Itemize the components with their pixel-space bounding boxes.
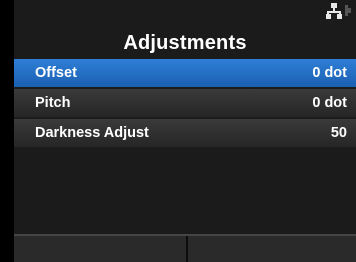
softkey-right[interactable] bbox=[188, 236, 356, 262]
network-icon bbox=[326, 3, 351, 19]
menu-item-value: 0 dot bbox=[312, 95, 347, 111]
page-title: Adjustments bbox=[123, 32, 247, 54]
menu-item-pitch[interactable]: Pitch 0 dot bbox=[14, 89, 356, 117]
menu-item-value: 0 dot bbox=[312, 65, 347, 81]
menu-item-label: Offset bbox=[35, 65, 77, 81]
header: Adjustments bbox=[14, 0, 356, 57]
menu-item-value: 50 bbox=[330, 125, 347, 141]
menu-item-darkness-adjust[interactable]: Darkness Adjust 50 bbox=[14, 119, 356, 147]
menu-list: Offset 0 dot Pitch 0 dot Darkness Adjust… bbox=[14, 59, 356, 149]
softkey-bar bbox=[14, 234, 356, 262]
softkey-left[interactable] bbox=[14, 236, 186, 262]
menu-item-label: Darkness Adjust bbox=[35, 125, 149, 141]
lcd-screen: Adjustments Offset 0 dot Pitch 0 dot Dar… bbox=[14, 0, 356, 262]
menu-item-offset[interactable]: Offset 0 dot bbox=[14, 59, 356, 87]
menu-item-label: Pitch bbox=[35, 95, 71, 111]
